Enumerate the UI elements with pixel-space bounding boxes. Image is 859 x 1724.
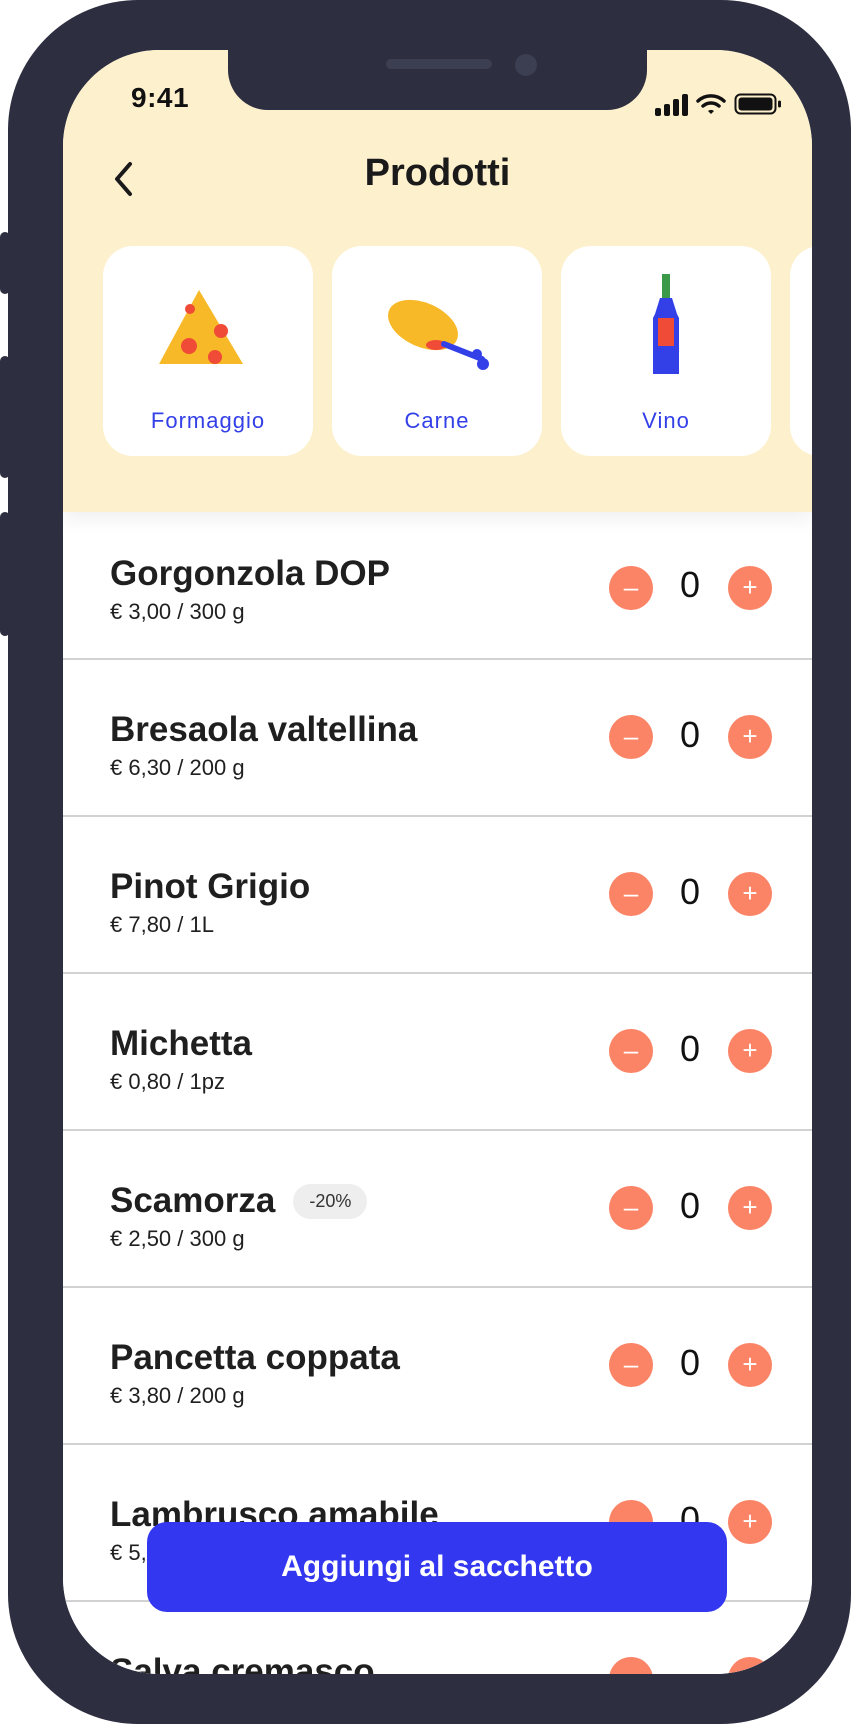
decrease-button[interactable]: – — [609, 1657, 653, 1674]
battery-icon — [734, 93, 781, 115]
product-name: Scamorza -20% — [110, 1181, 368, 1221]
product-price: € 6,30 / 200 g — [110, 755, 245, 780]
increase-button[interactable]: + — [728, 1657, 772, 1674]
quantity-value: 0 — [679, 564, 701, 605]
power-button — [841, 398, 851, 594]
product-price: € 5, — [110, 1540, 147, 1565]
increase-button[interactable]: + — [728, 715, 772, 759]
category-label: Carne — [404, 408, 470, 433]
decrease-button[interactable]: – — [609, 1186, 653, 1230]
notch — [228, 50, 647, 110]
list-item: Salva cremasco – + — [63, 1602, 812, 1674]
wine-icon — [653, 274, 679, 374]
quantity-value: 0 — [679, 1028, 701, 1069]
speaker — [386, 59, 492, 69]
list-item: Bresaola valtellina € 6,30 / 200 g – 0 + — [63, 660, 812, 817]
product-name: Bresaola valtellina — [110, 710, 418, 749]
list-item: Michetta € 0,80 / 1pz – 0 + — [63, 974, 812, 1131]
list-item: Scamorza -20% € 2,50 / 300 g – 0 + — [63, 1131, 812, 1288]
add-to-bag-button[interactable]: Aggiungi al sacchetto — [147, 1522, 727, 1612]
product-name: Gorgonzola DOP — [110, 554, 390, 593]
product-name: Pancetta coppata — [110, 1338, 400, 1377]
screen: 9:41 Prodotti Formaggio Carne Vino Gorgo… — [63, 50, 812, 1674]
cellular-signal-icon — [655, 94, 688, 116]
volume-up-button — [0, 356, 10, 478]
quantity-value: 0 — [679, 1342, 701, 1383]
discount-badge: -20% — [293, 1183, 368, 1219]
category-label: Vino — [642, 408, 690, 433]
header: 9:41 Prodotti Formaggio Carne Vino — [63, 50, 812, 512]
category-label: Formaggio — [150, 408, 266, 433]
product-price: € 0,80 / 1pz — [110, 1069, 225, 1094]
decrease-button[interactable]: – — [609, 1343, 653, 1387]
increase-button[interactable]: + — [728, 1343, 772, 1387]
category-card-carne[interactable]: Carne — [332, 246, 542, 456]
increase-button[interactable]: + — [728, 872, 772, 916]
category-card-formaggio[interactable]: Formaggio — [103, 246, 313, 456]
product-price: € 3,80 / 200 g — [110, 1383, 245, 1408]
quantity-value: 0 — [679, 871, 701, 912]
status-time: 9:41 — [131, 82, 190, 113]
decrease-button[interactable]: – — [609, 1029, 653, 1073]
increase-button[interactable]: + — [728, 566, 772, 610]
quantity-value: 0 — [679, 1185, 701, 1226]
category-card-vino[interactable]: Vino — [561, 246, 771, 456]
product-price: € 3,00 / 300 g — [110, 599, 245, 624]
quantity-value: 0 — [679, 714, 701, 755]
phone-frame: 9:41 Prodotti Formaggio Carne Vino Gorgo… — [0, 0, 851, 1724]
status-icons — [655, 86, 782, 116]
meat-icon — [388, 299, 489, 370]
mute-switch — [0, 232, 10, 294]
decrease-button[interactable]: – — [609, 872, 653, 916]
cheese-icon — [159, 290, 243, 364]
category-carousel[interactable]: Formaggio Carne Vino — [103, 246, 812, 458]
page-title: Prodotti — [364, 152, 511, 194]
list-item: Pinot Grigio € 7,80 / 1L – 0 + — [63, 817, 812, 974]
volume-down-button — [0, 512, 10, 636]
increase-button[interactable]: + — [728, 1029, 772, 1073]
decrease-button[interactable]: – — [609, 566, 653, 610]
category-card-next[interactable] — [790, 246, 812, 456]
decrease-button[interactable]: – — [609, 715, 653, 759]
product-list: Gorgonzola DOP € 3,00 / 300 g – 0 + Bres… — [63, 512, 812, 1674]
camera — [515, 54, 537, 76]
list-item: Gorgonzola DOP € 3,00 / 300 g – 0 + — [63, 512, 812, 660]
wifi-icon — [696, 94, 726, 114]
product-name: Salva cremasco — [110, 1652, 375, 1674]
increase-button[interactable]: + — [728, 1186, 772, 1230]
list-item: Pancetta coppata € 3,80 / 200 g – 0 + — [63, 1288, 812, 1445]
product-price: € 7,80 / 1L — [110, 912, 214, 937]
product-name: Michetta — [110, 1024, 252, 1063]
product-price: € 2,50 / 300 g — [110, 1226, 245, 1251]
increase-button[interactable]: + — [728, 1500, 772, 1544]
product-name: Pinot Grigio — [110, 867, 311, 906]
